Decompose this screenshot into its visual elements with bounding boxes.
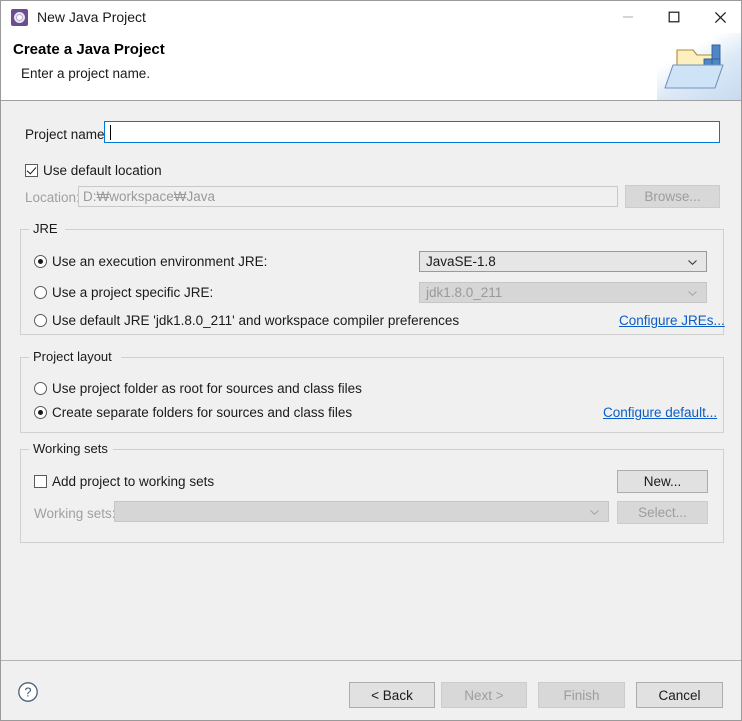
- wizard-banner: Create a Java Project Enter a project na…: [1, 33, 741, 101]
- location-input: D:₩workspace₩Java: [78, 186, 618, 207]
- execution-environment-combo[interactable]: JavaSE-1.8: [419, 251, 707, 272]
- working-sets-label: Working sets:: [34, 506, 116, 521]
- footer-separator: [1, 660, 741, 661]
- checkbox-icon: [25, 164, 38, 177]
- use-default-location-checkbox[interactable]: Use default location: [25, 163, 162, 178]
- project-specific-jre-combo: jdk1.8.0_211: [419, 282, 707, 303]
- browse-button: Browse...: [625, 185, 720, 208]
- radio-icon: [34, 314, 47, 327]
- project-specific-jre-value: jdk1.8.0_211: [426, 285, 503, 300]
- layout-project-folder-radio[interactable]: Use project folder as root for sources a…: [34, 381, 362, 396]
- add-to-working-sets-label: Add project to working sets: [52, 474, 215, 489]
- layout-project-folder-label: Use project folder as root for sources a…: [52, 381, 362, 396]
- window-controls: [605, 1, 741, 33]
- working-sets-group: Working sets: [20, 441, 724, 543]
- title-bar: New Java Project: [1, 1, 741, 33]
- radio-icon: [34, 286, 47, 299]
- configure-default-link[interactable]: Configure default...: [603, 405, 717, 420]
- location-label: Location:: [25, 190, 80, 205]
- cancel-button[interactable]: Cancel: [636, 682, 723, 708]
- finish-button: Finish: [538, 682, 625, 708]
- eclipse-wizard-icon: [11, 8, 28, 26]
- page-title: Create a Java Project: [13, 41, 165, 58]
- working-sets-group-label: Working sets: [30, 441, 111, 456]
- new-java-project-dialog: New Java Project Create a Java Project E…: [0, 0, 742, 721]
- jre-project-specific-radio[interactable]: Use a project specific JRE:: [34, 285, 213, 300]
- radio-icon: [34, 406, 47, 419]
- checkbox-icon: [34, 475, 47, 488]
- radio-icon: [34, 255, 47, 268]
- maximize-icon[interactable]: [651, 1, 697, 33]
- working-sets-combo: [114, 501, 609, 522]
- java-project-folder-icon: [657, 33, 741, 100]
- chevron-down-icon: [688, 259, 697, 265]
- chevron-down-icon: [590, 509, 599, 515]
- add-to-working-sets-checkbox[interactable]: Add project to working sets: [34, 474, 214, 489]
- help-icon[interactable]: ?: [17, 681, 39, 703]
- jre-execution-environment-label: Use an execution environment JRE:: [52, 254, 268, 269]
- svg-text:?: ?: [25, 686, 32, 700]
- location-value: D:₩workspace₩Java: [83, 189, 216, 204]
- minimize-icon[interactable]: [605, 1, 651, 33]
- new-working-set-button[interactable]: New...: [617, 470, 708, 493]
- jre-default-radio[interactable]: Use default JRE 'jdk1.8.0_211' and works…: [34, 313, 459, 328]
- jre-group-label: JRE: [30, 221, 61, 236]
- project-name-input[interactable]: [104, 121, 720, 143]
- window-title: New Java Project: [37, 9, 146, 25]
- layout-separate-folders-radio[interactable]: Create separate folders for sources and …: [34, 405, 352, 420]
- chevron-down-icon: [688, 290, 697, 296]
- use-default-location-label: Use default location: [43, 163, 162, 178]
- project-layout-group-label: Project layout: [30, 349, 115, 364]
- project-name-label: Project name:: [25, 127, 109, 142]
- select-working-set-button: Select...: [617, 501, 708, 524]
- next-button: Next >: [441, 682, 527, 708]
- jre-execution-environment-radio[interactable]: Use an execution environment JRE:: [34, 254, 267, 269]
- text-caret: [110, 124, 111, 140]
- page-subtitle: Enter a project name.: [21, 66, 151, 81]
- jre-project-specific-label: Use a project specific JRE:: [52, 285, 214, 300]
- configure-jres-link[interactable]: Configure JREs...: [619, 313, 725, 328]
- execution-environment-value: JavaSE-1.8: [426, 254, 496, 269]
- jre-default-label: Use default JRE 'jdk1.8.0_211' and works…: [52, 313, 460, 328]
- layout-separate-folders-label: Create separate folders for sources and …: [52, 405, 353, 420]
- back-button[interactable]: < Back: [349, 682, 435, 708]
- close-icon[interactable]: [697, 1, 741, 33]
- radio-icon: [34, 382, 47, 395]
